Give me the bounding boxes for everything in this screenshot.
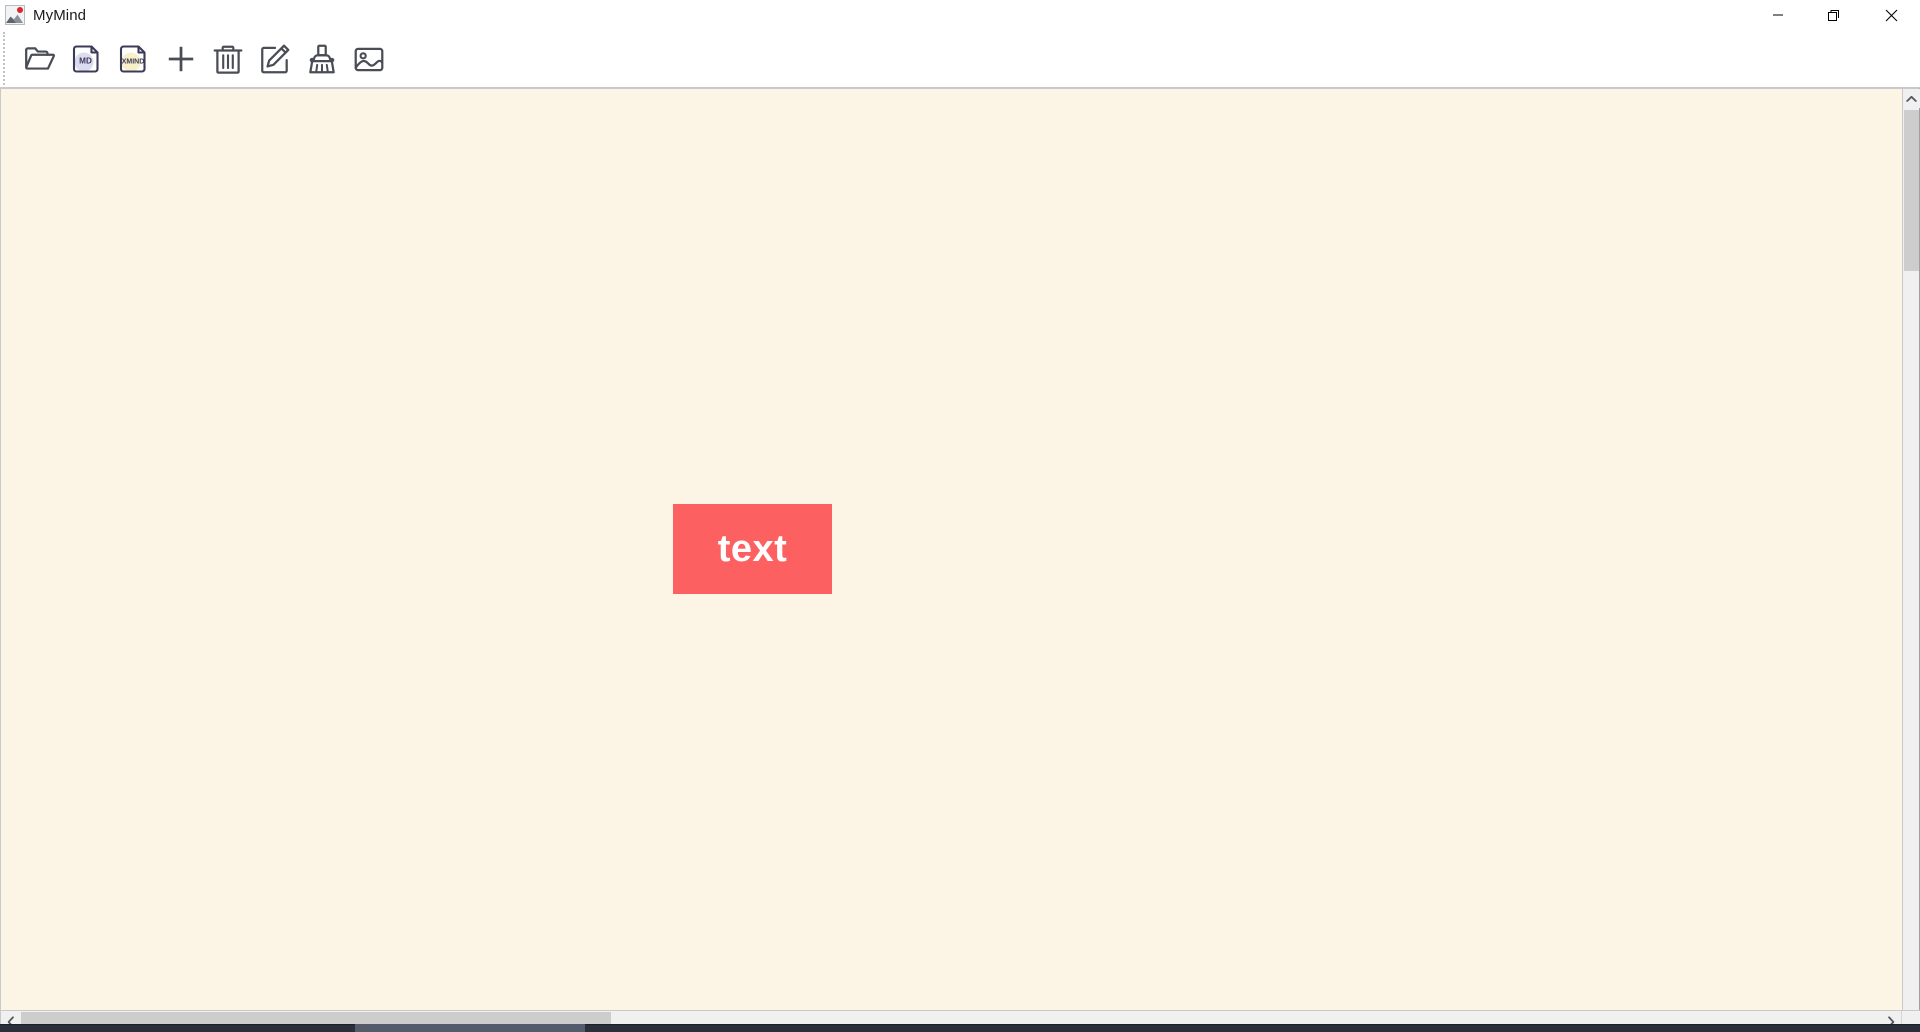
- editor-content-area: text: [0, 88, 1920, 1010]
- window-controls: [1749, 0, 1920, 30]
- open-folder-icon: [24, 46, 55, 70]
- taskbar-top-edge: [0, 1024, 1920, 1025]
- minimize-icon: [1772, 14, 1783, 16]
- minimize-button[interactable]: [1749, 0, 1806, 30]
- close-button[interactable]: [1863, 0, 1920, 30]
- close-icon: [1885, 9, 1898, 21]
- mindmap-canvas-viewport[interactable]: text: [0, 88, 1902, 1010]
- restore-icon: [1828, 9, 1839, 21]
- export-image-button[interactable]: [345, 35, 392, 82]
- main-toolbar: MD XMIND: [0, 30, 1920, 88]
- import-markdown-button[interactable]: MD: [63, 35, 110, 82]
- scroll-up-button[interactable]: [1903, 89, 1920, 108]
- trash-icon: [213, 45, 242, 74]
- vertical-scrollbar[interactable]: [1902, 88, 1920, 1010]
- os-taskbar-sliver: [0, 1024, 1920, 1032]
- broom-icon: [308, 44, 335, 73]
- vertical-scrollbar-thumb[interactable]: [1904, 110, 1919, 271]
- edit-node-button[interactable]: [251, 35, 298, 82]
- image-picture-icon: [354, 47, 383, 71]
- toolbar-drag-grip[interactable]: [3, 32, 6, 85]
- plus-icon: [168, 46, 193, 71]
- window-titlebar: MyMind: [0, 0, 1920, 30]
- window-title: MyMind: [33, 6, 87, 24]
- markdown-file-icon: MD: [72, 44, 99, 73]
- mindmap-node-text[interactable]: text: [673, 504, 832, 594]
- app-icon: [5, 5, 25, 25]
- mindmap-canvas[interactable]: text: [1, 89, 1902, 1010]
- markdown-badge-text: MD: [79, 56, 92, 65]
- add-node-button[interactable]: [157, 35, 204, 82]
- delete-node-button[interactable]: [204, 35, 251, 82]
- clear-canvas-button[interactable]: [298, 35, 345, 82]
- mindmap-node-label: text: [717, 527, 788, 570]
- open-folder-button[interactable]: [16, 35, 63, 82]
- xmind-badge-text: XMIND: [121, 58, 144, 65]
- mymind-application-window: MyMind MD XMIND text: [0, 0, 1920, 1032]
- chevron-up-icon: [1906, 95, 1917, 102]
- xmind-file-icon: XMIND: [119, 44, 146, 73]
- titlebar-identity: MyMind: [0, 5, 86, 25]
- maximize-button[interactable]: [1806, 0, 1863, 30]
- taskbar-active-item[interactable]: [355, 1024, 585, 1032]
- import-xmind-button[interactable]: XMIND: [110, 35, 157, 82]
- edit-pencil-square-icon: [260, 44, 289, 73]
